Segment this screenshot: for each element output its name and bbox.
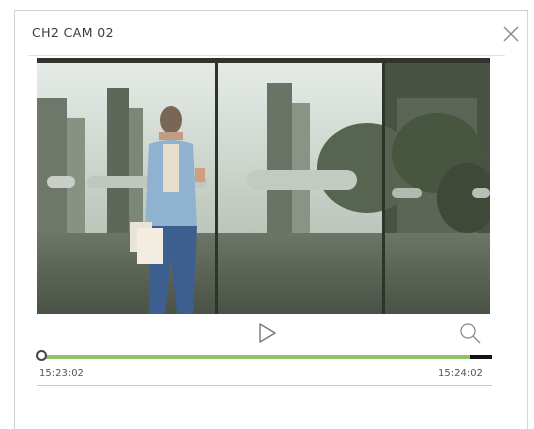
timeline-remaining-track — [469, 355, 492, 359]
play-icon — [259, 323, 276, 343]
timeline-scrubber[interactable] — [36, 350, 492, 364]
footer-divider — [37, 385, 492, 386]
zoom-button[interactable] — [458, 321, 484, 345]
close-icon[interactable] — [501, 24, 521, 44]
playback-window: CH2 CAM 02 15:23:02 15:24:02 — [0, 0, 534, 429]
camera-title: CH2 CAM 02 — [32, 25, 114, 40]
timeline-played-track — [44, 355, 470, 359]
video-frame — [37, 58, 490, 314]
timeline-thumb[interactable] — [36, 350, 47, 361]
header-divider — [28, 55, 505, 56]
magnifier-icon — [460, 323, 481, 344]
play-button[interactable] — [257, 321, 279, 345]
end-time-label: 15:24:02 — [438, 368, 483, 379]
start-time-label: 15:23:02 — [39, 368, 84, 379]
